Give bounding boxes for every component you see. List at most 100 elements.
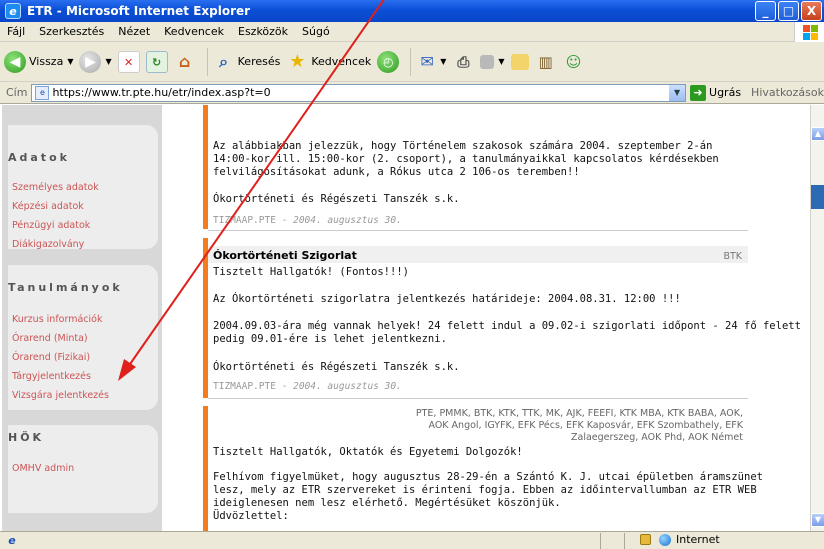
sidebar-item-targyjelentkezes[interactable]: Tárgyjelentkezés (12, 371, 91, 382)
sidebar-item-orarend-minta[interactable]: Órarend (Minta) (12, 333, 88, 344)
folder-icon (510, 53, 529, 70)
sidebar-section-adatok: Adatok (8, 151, 70, 164)
sidebar-item-kepzesi-adatok[interactable]: Képzési adatok (12, 201, 84, 212)
news3-greeting: Tisztelt Hallgatók, Oktatók és Egyetemi … (213, 446, 523, 458)
menu-file[interactable]: Fájl (0, 25, 32, 38)
news-divider (208, 230, 748, 231)
back-button[interactable]: ◀ Vissza ▼ (4, 50, 73, 73)
page-content: Adatok Személyes adatok Képzési adatok P… (0, 105, 810, 531)
research-button[interactable]: ▥ (535, 51, 557, 73)
messenger-icon: ☺ (565, 52, 582, 71)
news2-author: TIZMAAP.PTE (213, 381, 276, 392)
edit-dropdown-icon[interactable]: ▼ (498, 57, 504, 66)
sidebar-item-szemelyes-adatok[interactable]: Személyes adatok (12, 182, 99, 193)
sidebar-item-vizsgara-jelentkezes[interactable]: Vizsgára jelentkezés (12, 390, 109, 401)
vertical-scrollbar[interactable]: ▲ ▼ (810, 105, 824, 531)
books-icon: ▥ (538, 52, 553, 71)
home-button[interactable]: ⌂ (174, 51, 196, 73)
news2-meta: TIZMAAP.PTE - 2004. augusztus 30. (213, 381, 402, 392)
sidebar-item-omhv-admin[interactable]: OMHV admin (12, 463, 74, 474)
status-bar: e Internet (0, 531, 824, 549)
favorites-button[interactable]: ★ Kedvencek (286, 51, 371, 73)
news1-author: TIZMAAP.PTE (213, 215, 276, 226)
scroll-down-icon[interactable]: ▼ (811, 513, 824, 527)
search-icon: ⌕ (219, 51, 229, 71)
sidebar-section-tanulmanyok: Tanulmányok (8, 281, 123, 294)
go-arrow-icon: ➜ (690, 84, 707, 101)
minimize-button[interactable]: _ (755, 1, 776, 21)
news1-line: felvilágosításokat adunk, a Rókus utca 2… (213, 166, 580, 178)
address-label: Cím (6, 86, 28, 99)
favorites-label: Kedvencek (311, 55, 372, 68)
window-controls: _ □ X (755, 1, 822, 21)
news2-signature: Ókortörténeti és Régészeti Tanszék s.k. (213, 361, 460, 373)
ie-logo-icon: e (5, 3, 21, 19)
forward-arrow-icon: ▶ (79, 50, 102, 73)
sidebar-item-orarend-fizikai[interactable]: Órarend (Fizikai) (12, 352, 90, 363)
toolbar: ◀ Vissza ▼ ▶ ▼ ✕ ↻ ⌂ ⌕ Keresés ★ Kedvenc… (0, 42, 824, 82)
menu-edit[interactable]: Szerkesztés (32, 25, 111, 38)
news2-tag: BTK (723, 251, 742, 262)
search-button[interactable]: ⌕ Keresés (213, 51, 281, 73)
back-dropdown-icon[interactable]: ▼ (67, 57, 73, 66)
news3-line: lesz, mely az ETR szervereket is érinten… (213, 484, 757, 496)
home-icon: ⌂ (178, 51, 191, 71)
scroll-up-icon[interactable]: ▲ (811, 127, 824, 141)
toolbar-separator (410, 47, 412, 76)
mail-button[interactable]: ✉ ▼ (416, 51, 447, 73)
maximize-button[interactable]: □ (778, 1, 799, 21)
windows-flag-icon (794, 22, 824, 42)
mail-icon: ✉ (420, 51, 434, 71)
news-divider (208, 398, 748, 399)
menu-view[interactable]: Nézet (111, 25, 157, 38)
sidebar-item-penzugyi-adatok[interactable]: Pénzügyi adatok (12, 220, 90, 231)
address-url[interactable]: https://www.tr.pte.hu/etr/index.asp?t=0 (52, 86, 270, 99)
menu-favorites[interactable]: Kedvencek (157, 25, 231, 38)
search-label: Keresés (237, 55, 281, 68)
go-button[interactable]: ➜ Ugrás (690, 84, 741, 101)
news2-date: 2004. augusztus 30. (293, 381, 402, 392)
forward-button[interactable]: ▶ ▼ (79, 50, 112, 73)
back-arrow-icon: ◀ (4, 50, 26, 73)
window-titlebar[interactable]: e ETR - Microsoft Internet Explorer _ □ … (0, 0, 824, 22)
menu-help[interactable]: Súgó (295, 25, 337, 38)
links-label[interactable]: Hivatkozások (751, 86, 824, 99)
refresh-icon: ↻ (145, 50, 168, 73)
news3-line: ideiglenesen nem lesz elérhető. Megértés… (213, 497, 561, 509)
stop-button[interactable]: ✕ (117, 50, 140, 73)
forward-dropdown-icon[interactable]: ▼ (105, 57, 111, 66)
close-button[interactable]: X (801, 1, 822, 21)
scroll-thumb[interactable] (811, 185, 824, 209)
discuss-button[interactable] (510, 53, 529, 70)
window-title: ETR - Microsoft Internet Explorer (27, 4, 251, 18)
news1-line: 14:00-kor ill. 15:00-kor (2. csoport), a… (213, 153, 719, 165)
news1-meta: TIZMAAP.PTE - 2004. augusztus 30. (213, 215, 402, 226)
news3-line: Felhívom figyelmüket, hogy augusztus 28-… (213, 471, 763, 483)
mail-dropdown-icon[interactable]: ▼ (440, 57, 446, 66)
sidebar-item-diakigazolvany[interactable]: Diákigazolvány (12, 239, 84, 250)
menu-tools[interactable]: Eszközök (231, 25, 295, 38)
status-cell (600, 533, 624, 549)
globe-icon (659, 533, 671, 546)
news2-line: pedig 09.01-ére is lehet jelentkezni. (213, 333, 447, 345)
page-status-icon: e (8, 533, 16, 547)
star-icon: ★ (289, 50, 306, 72)
address-dropdown-icon[interactable]: ▼ (669, 84, 686, 101)
refresh-button[interactable]: ↻ (145, 50, 168, 73)
news-accent-bar (203, 105, 208, 229)
zone-label: Internet (676, 533, 720, 546)
news3-target-line: AOK Angol, IGYFK, EFK Pécs, EFK Kaposvár… (428, 420, 743, 431)
security-zone[interactable]: Internet (640, 533, 720, 546)
print-button[interactable]: ⎙ (452, 51, 474, 73)
news2-greeting: Tisztelt Hallgatók! (Fontos!!!) (213, 266, 409, 278)
sidebar-item-kurzus-informaciok[interactable]: Kurzus információk (12, 314, 102, 325)
history-icon: ◴ (377, 50, 400, 73)
history-button[interactable]: ◴ (377, 50, 400, 73)
news3-line: Üdvözlettel: (213, 510, 289, 522)
back-label: Vissza (29, 55, 64, 68)
edit-button[interactable]: ▼ (480, 54, 505, 69)
address-input[interactable]: e https://www.tr.pte.hu/etr/index.asp?t=… (31, 83, 687, 102)
messenger-button[interactable]: ☺ (563, 51, 585, 73)
stop-icon: ✕ (117, 50, 140, 73)
news2-title: Ókortörténeti Szigorlat (213, 249, 357, 262)
